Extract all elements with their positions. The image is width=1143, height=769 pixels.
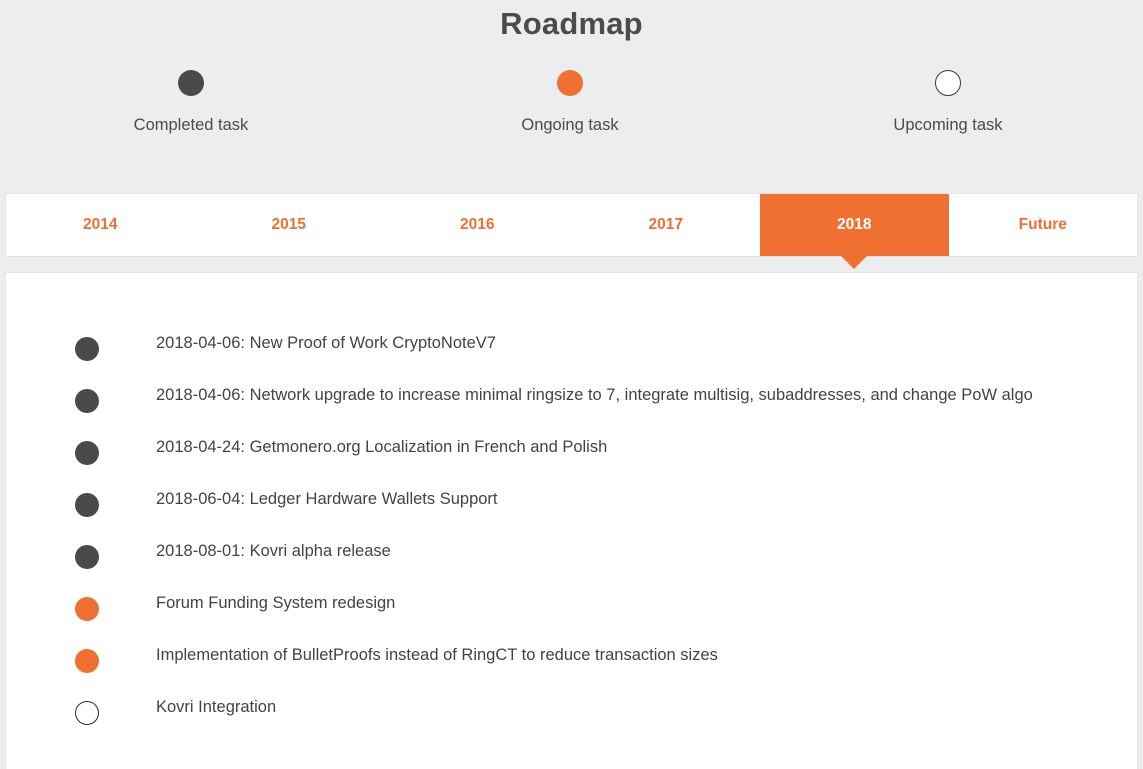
legend-label-ongoing: Ongoing task bbox=[521, 116, 619, 134]
task-row: 2018-08-01: Kovri alpha release bbox=[6, 541, 1137, 593]
tab-2015[interactable]: 2015 bbox=[195, 194, 384, 256]
legend-item-ongoing: Ongoing task bbox=[440, 70, 700, 135]
task-status-completed-icon bbox=[75, 441, 99, 465]
tab-future[interactable]: Future bbox=[949, 194, 1138, 256]
task-description: 2018-04-06: New Proof of Work CryptoNote… bbox=[156, 334, 496, 352]
filled-dark-circle-icon bbox=[178, 70, 204, 96]
roadmap-content-panel: 2018-04-06: New Proof of Work CryptoNote… bbox=[5, 272, 1138, 769]
tab-label: 2017 bbox=[648, 216, 683, 233]
task-row: 2018-06-04: Ledger Hardware Wallets Supp… bbox=[6, 489, 1137, 541]
filled-orange-circle-icon bbox=[557, 70, 583, 96]
tab-2016[interactable]: 2016 bbox=[383, 194, 572, 256]
year-tabs: 2014 2015 2016 2017 2018 Future bbox=[6, 194, 1138, 269]
task-status-completed-icon bbox=[75, 389, 99, 413]
task-status-upcoming-icon bbox=[75, 701, 99, 725]
tab-label: 2018 bbox=[837, 216, 872, 233]
legend-label-completed: Completed task bbox=[133, 116, 249, 134]
active-tab-pointer-icon bbox=[841, 256, 868, 269]
task-status-ongoing-icon bbox=[75, 649, 99, 673]
task-status-cell bbox=[6, 593, 156, 621]
task-status-completed-icon bbox=[75, 545, 99, 569]
task-status-cell bbox=[6, 645, 156, 673]
task-row: Kovri Integration bbox=[6, 697, 1137, 749]
task-status-ongoing-icon bbox=[75, 597, 99, 621]
task-status-cell bbox=[6, 437, 156, 465]
tab-2017[interactable]: 2017 bbox=[572, 194, 761, 256]
task-description: Forum Funding System redesign bbox=[156, 594, 396, 612]
legend-item-upcoming: Upcoming task bbox=[818, 70, 1078, 135]
task-row: Implementation of BulletProofs instead o… bbox=[6, 645, 1137, 697]
tab-label: 2015 bbox=[271, 216, 306, 233]
tab-label: Future bbox=[1018, 216, 1067, 233]
legend-item-completed: Completed task bbox=[61, 70, 321, 135]
tab-2018[interactable]: 2018 bbox=[760, 194, 949, 269]
year-tabbar: 2014 2015 2016 2017 2018 Future bbox=[5, 193, 1138, 269]
tab-label: 2014 bbox=[83, 216, 118, 233]
task-status-cell bbox=[6, 489, 156, 517]
task-row: 2018-04-06: New Proof of Work CryptoNote… bbox=[6, 333, 1137, 385]
task-list: 2018-04-06: New Proof of Work CryptoNote… bbox=[6, 273, 1137, 749]
task-description: 2018-06-04: Ledger Hardware Wallets Supp… bbox=[156, 490, 498, 508]
task-description: Kovri Integration bbox=[156, 698, 277, 716]
task-description: 2018-04-24: Getmonero.org Localization i… bbox=[156, 438, 608, 456]
legend: Completed task Ongoing task Upcoming tas… bbox=[0, 70, 1143, 170]
task-description: 2018-08-01: Kovri alpha release bbox=[156, 542, 391, 560]
page-header: Roadmap Completed task Ongoing task Upco… bbox=[0, 0, 1143, 190]
task-row: Forum Funding System redesign bbox=[6, 593, 1137, 645]
page-title: Roadmap bbox=[500, 6, 643, 41]
legend-label-upcoming: Upcoming task bbox=[893, 116, 1003, 134]
task-row: 2018-04-06: Network upgrade to increase … bbox=[6, 385, 1137, 437]
outline-circle-icon bbox=[935, 70, 961, 96]
task-description: 2018-04-06: Network upgrade to increase … bbox=[156, 386, 1033, 404]
task-row: 2018-04-24: Getmonero.org Localization i… bbox=[6, 437, 1137, 489]
task-description: Implementation of BulletProofs instead o… bbox=[156, 646, 718, 664]
tab-2014[interactable]: 2014 bbox=[6, 194, 195, 256]
task-status-cell bbox=[6, 697, 156, 725]
task-status-completed-icon bbox=[75, 493, 99, 517]
roadmap-page: Roadmap Completed task Ongoing task Upco… bbox=[0, 0, 1143, 769]
task-status-cell bbox=[6, 541, 156, 569]
task-status-completed-icon bbox=[75, 337, 99, 361]
task-status-cell bbox=[6, 333, 156, 361]
tab-label: 2016 bbox=[460, 216, 495, 233]
task-status-cell bbox=[6, 385, 156, 413]
